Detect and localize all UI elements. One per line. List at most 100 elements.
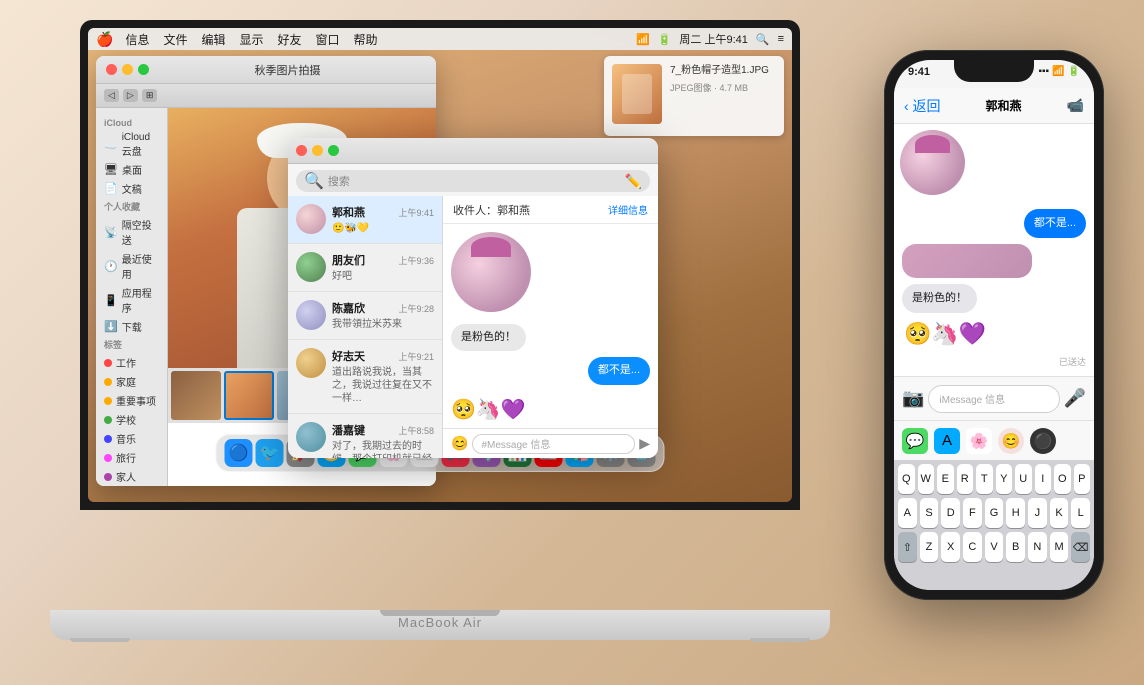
iphone-app-sticker-icon[interactable]: ⚫ — [1030, 428, 1056, 454]
kb-key-p[interactable]: P — [1074, 464, 1091, 494]
messages-window: 🔍 搜索 ✏️ 郭和燕 上午9:41 — [288, 138, 658, 458]
kb-key-k[interactable]: K — [1050, 498, 1069, 528]
iphone-input-field[interactable]: iMessage 信息 — [928, 385, 1059, 413]
sidebar-item-airdrop[interactable]: 📡 隔空投送 — [96, 215, 167, 249]
finder-window-title: 秋季图片拍摄 — [149, 62, 426, 78]
kb-key-z[interactable]: Z — [920, 532, 939, 562]
iphone-video-button[interactable]: 📹 — [1067, 97, 1084, 114]
iphone-app-photos-icon[interactable]: 🌸 — [966, 428, 992, 454]
sidebar-section-icloud: iCloud — [96, 116, 167, 130]
iphone-messages: 都不是... 是粉色的！ 🥺🦄💜 已送达 — [894, 201, 1094, 376]
kb-key-delete[interactable]: ⌫ — [1071, 532, 1090, 562]
menu-window[interactable]: 窗口 — [316, 31, 340, 48]
iphone-photo-bubble — [902, 244, 1032, 277]
kb-key-h[interactable]: H — [1006, 498, 1025, 528]
kb-key-l[interactable]: L — [1071, 498, 1090, 528]
chat-emoji-bubble: 🥺🦄💜 — [451, 397, 526, 422]
msg-preview-4: 道出路说我说，当其之，我说过往复在又不一样… — [332, 366, 434, 405]
kb-key-s[interactable]: S — [920, 498, 939, 528]
sidebar-item-tag-important[interactable]: 重要事项 — [96, 391, 167, 410]
kb-key-q[interactable]: Q — [898, 464, 915, 494]
kb-key-j[interactable]: J — [1028, 498, 1047, 528]
thumb-2[interactable] — [224, 371, 274, 420]
kb-key-x[interactable]: X — [941, 532, 960, 562]
search-icon[interactable]: 🔍 — [756, 33, 770, 46]
sidebar-item-tag-home[interactable]: 家庭 — [96, 372, 167, 391]
iphone-back-button[interactable]: ‹ 返回 — [904, 96, 941, 116]
kb-key-f[interactable]: F — [963, 498, 982, 528]
msg-list-item-guoheyan[interactable]: 郭和燕 上午9:41 🙂🐝💛 — [288, 196, 442, 244]
kb-key-v[interactable]: V — [985, 532, 1004, 562]
kb-row-1: Q W E R T Y U I O P — [898, 464, 1090, 494]
close-button[interactable] — [106, 64, 117, 75]
emoji-input-icon[interactable]: 😊 — [451, 435, 468, 452]
send-icon[interactable]: ▶ — [639, 435, 650, 452]
minimize-button[interactable] — [122, 64, 133, 75]
iphone-app-memoji-icon[interactable]: 😊 — [998, 428, 1024, 454]
chat-detail-link[interactable]: 详细信息 — [608, 202, 648, 217]
sidebar-item-apps[interactable]: 📱 应用程序 — [96, 283, 167, 317]
sidebar-item-downloads[interactable]: ⬇️ 下载 — [96, 317, 167, 336]
toolbar-back[interactable]: ◁ — [104, 89, 119, 102]
menu-file[interactable]: 文件 — [163, 31, 187, 48]
menu-messages[interactable]: 信息 — [125, 31, 149, 48]
iphone-app-messages-icon[interactable]: 💬 — [902, 428, 928, 454]
kb-key-t[interactable]: T — [976, 464, 993, 494]
msg-list-item-4[interactable]: 好志天 上午9:21 道出路说我说，当其之，我说过往复在又不一样… — [288, 340, 442, 414]
messages-search-bar[interactable]: 🔍 搜索 ✏️ — [296, 170, 650, 192]
kb-row-3: ⇧ Z X C V B N M ⌫ — [898, 532, 1090, 562]
chat-input-field[interactable]: #Message 信息 — [472, 434, 635, 454]
thumb-1[interactable] — [171, 371, 221, 420]
iphone-app-appstore-icon[interactable]: A — [934, 428, 960, 454]
sidebar-item-tag-music[interactable]: 音乐 — [96, 429, 167, 448]
control-center-icon[interactable]: ≡ — [778, 33, 784, 45]
sidebar-item-documents[interactable]: 📄 文稿 — [96, 179, 167, 198]
sidebar-item-desktop[interactable]: 🖥 桌面 — [96, 160, 167, 179]
msg-list-item-5[interactable]: 潘嘉键 上午8:58 对了，我期过去的时候，那个打印机就已经坏了。 — [288, 414, 442, 458]
kb-key-w[interactable]: W — [918, 464, 935, 494]
kb-key-a[interactable]: A — [898, 498, 917, 528]
finder-sidebar: iCloud ☁️ iCloud云盘 🖥 桌面 📄 文稿 — [96, 108, 168, 486]
kb-key-d[interactable]: D — [941, 498, 960, 528]
sidebar-item-tag-travel[interactable]: 旅行 — [96, 448, 167, 467]
kb-key-n[interactable]: N — [1028, 532, 1047, 562]
msg-preview-2: 好吧 — [332, 270, 434, 283]
iphone-signal-icon: ▪▪▪ — [1038, 66, 1049, 77]
messages-close-btn[interactable] — [296, 145, 307, 156]
iphone-mic-icon[interactable]: 🎤 — [1064, 388, 1086, 409]
dock-icon-finder[interactable]: 🔵 — [225, 439, 253, 467]
msg-preview-1: 🙂🐝💛 — [332, 222, 434, 235]
sidebar-item-icloud-drive[interactable]: ☁️ iCloud云盘 — [96, 130, 167, 160]
kb-key-shift[interactable]: ⇧ — [898, 532, 917, 562]
sidebar-item-tag-work[interactable]: 工作 — [96, 353, 167, 372]
compose-icon[interactable]: ✏️ — [625, 173, 642, 190]
toolbar-view[interactable]: ⊞ — [142, 89, 158, 102]
iphone-content: ‹ 返回 郭和燕 📹 都不是... 是粉色的！ 🥺🦄💜 已送达 📷 — [894, 88, 1094, 590]
kb-key-u[interactable]: U — [1015, 464, 1032, 494]
menu-friends[interactable]: 好友 — [278, 31, 302, 48]
kb-key-o[interactable]: O — [1054, 464, 1071, 494]
kb-key-g[interactable]: G — [985, 498, 1004, 528]
sidebar-item-recent[interactable]: 🕐 最近使用 — [96, 249, 167, 283]
messages-body: 郭和燕 上午9:41 🙂🐝💛 — [288, 196, 658, 458]
kb-key-e[interactable]: E — [937, 464, 954, 494]
kb-key-y[interactable]: Y — [996, 464, 1013, 494]
kb-key-c[interactable]: C — [963, 532, 982, 562]
menu-help[interactable]: 帮助 — [354, 31, 378, 48]
iphone-camera-icon[interactable]: 📷 — [902, 388, 924, 409]
dock-icon-twitter[interactable]: 🐦 — [256, 439, 284, 467]
kb-key-r[interactable]: R — [957, 464, 974, 494]
kb-key-b[interactable]: B — [1006, 532, 1025, 562]
toolbar-forward[interactable]: ▷ — [123, 89, 138, 102]
messages-maximize-btn[interactable] — [328, 145, 339, 156]
menu-edit[interactable]: 编辑 — [201, 31, 225, 48]
kb-key-m[interactable]: M — [1050, 532, 1069, 562]
msg-list-item-friends[interactable]: 朋友们 上午9:36 好吧 — [288, 244, 442, 292]
messages-minimize-btn[interactable] — [312, 145, 323, 156]
menu-view[interactable]: 显示 — [239, 31, 263, 48]
sidebar-item-tag-school[interactable]: 学校 — [96, 410, 167, 429]
maximize-button[interactable] — [138, 64, 149, 75]
kb-key-i[interactable]: I — [1035, 464, 1052, 494]
sidebar-item-tag-family[interactable]: 家人 — [96, 467, 167, 486]
msg-list-item-chenjx[interactable]: 陈嘉欣 上午9:28 我带領拉米苏来 — [288, 292, 442, 340]
